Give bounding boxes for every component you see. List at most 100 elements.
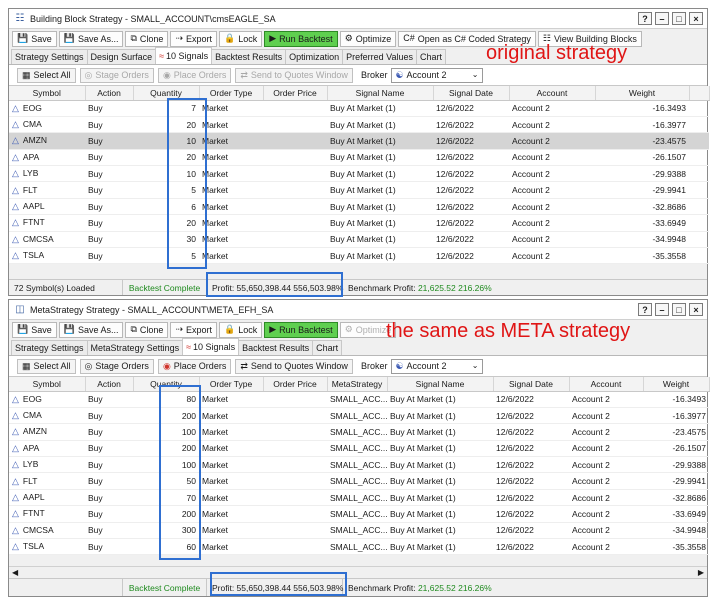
signal-name-cell: Buy At Market (1) bbox=[327, 100, 433, 117]
column-header[interactable]: Quantity bbox=[133, 377, 200, 392]
column-header[interactable]: Account bbox=[509, 86, 596, 101]
export-icon: ⇢ bbox=[175, 33, 183, 43]
account-cell: Account 2 bbox=[569, 423, 643, 441]
table-row[interactable]: △ EOG Buy 80 Market SMALL_ACC... Buy At Market… bbox=[9, 391, 709, 408]
table-row[interactable]: △ FLT Buy 5 Market Buy At Market (1) 12/6/2022… bbox=[9, 181, 709, 199]
tab-strategy-settings[interactable]: Strategy Settings bbox=[11, 49, 88, 64]
tab-chart[interactable]: Chart bbox=[312, 340, 343, 355]
column-header[interactable]: Order Price bbox=[263, 377, 328, 392]
column-header[interactable]: Action bbox=[85, 86, 134, 101]
minimize-button[interactable]: – bbox=[655, 303, 669, 316]
scroll-left-icon[interactable]: ◀ bbox=[12, 568, 18, 577]
table-row[interactable]: △ AAPL Buy 70 Market SMALL_ACC... Buy At Marke… bbox=[9, 489, 709, 507]
run-backtest-button[interactable]: ▶ Run Backtest bbox=[264, 321, 338, 338]
column-header[interactable]: Account bbox=[569, 377, 644, 392]
run-backtest-button[interactable]: ▶ Run Backtest bbox=[264, 30, 338, 47]
quotes-icon: ⇄ bbox=[240, 69, 248, 80]
table-row[interactable]: △ AAPL Buy 6 Market Buy At Market (1) 12/6/202… bbox=[9, 198, 709, 216]
column-header[interactable]: Quantity bbox=[133, 86, 200, 101]
save-button[interactable]: 💾 Save bbox=[12, 321, 57, 338]
table-row[interactable]: △ AMZN Buy 100 Market SMALL_ACC... Buy At Mark… bbox=[9, 423, 709, 441]
place-orders-button[interactable]: ◉ Place Orders bbox=[157, 67, 232, 83]
order-type-cell: Market bbox=[199, 165, 263, 183]
stage-orders-button[interactable]: ◎ Stage Orders bbox=[79, 358, 154, 374]
table-row[interactable]: △ CMA Buy 20 Market Buy At Market (1) 12/6/202… bbox=[9, 116, 709, 134]
signal-icon: ≈ bbox=[159, 51, 165, 61]
column-header[interactable]: MetaStrategy bbox=[327, 377, 388, 392]
help-button[interactable]: ? bbox=[638, 12, 652, 25]
tab-preferred-values[interactable]: Preferred Values bbox=[342, 49, 418, 64]
table-row[interactable]: △ TSLA Buy 5 Market Buy At Market (1) 12/6/202… bbox=[9, 247, 709, 265]
horizontal-scrollbar[interactable]: ◀ ▶ bbox=[9, 566, 707, 578]
table-row[interactable]: △ LYB Buy 100 Market SMALL_ACC... Buy At Marke… bbox=[9, 456, 709, 474]
maximize-button[interactable]: □ bbox=[672, 303, 686, 316]
signal-triangle-icon: △ bbox=[12, 168, 19, 179]
lock-button[interactable]: 🔒 Lock bbox=[219, 321, 263, 338]
save-button[interactable]: 💾 Save bbox=[12, 30, 57, 47]
column-header[interactable]: Order Price bbox=[263, 86, 328, 101]
tab-signals[interactable]: ≈10 Signals bbox=[155, 47, 213, 64]
minimize-button[interactable]: – bbox=[655, 12, 669, 25]
column-header[interactable]: Order Type bbox=[199, 377, 264, 392]
close-button[interactable]: × bbox=[689, 12, 703, 25]
account-cell: Account 2 bbox=[509, 165, 595, 183]
export-button[interactable]: ⇢ Export bbox=[170, 321, 217, 338]
table-row[interactable]: △ CMCSA Buy 30 Market Buy At Market (1) 12/6/2… bbox=[9, 231, 709, 249]
column-header[interactable]: Symbol bbox=[9, 377, 86, 392]
export-button[interactable]: ⇢ Export bbox=[170, 30, 217, 47]
symbol-cell: △ AAPL bbox=[9, 198, 85, 216]
clone-button[interactable]: ⧉ Clone bbox=[125, 30, 169, 47]
send-to-quotes-button[interactable]: ⇄ Send to Quotes Window bbox=[235, 67, 353, 83]
table-row[interactable]: △ FTNT Buy 20 Market Buy At Market (1) 12/6/20… bbox=[9, 214, 709, 232]
save-as-button[interactable]: 💾 Save As... bbox=[58, 321, 124, 338]
place-orders-button[interactable]: ◉ Place Orders bbox=[157, 358, 232, 374]
table-row[interactable]: △ EOG Buy 7 Market Buy At Market (1) 12/6/2022… bbox=[9, 100, 709, 117]
table-row-selected[interactable]: △ AMZN Buy 10 Market Buy At Market (1) 12/6/20… bbox=[9, 132, 709, 150]
tab-backtest-results[interactable]: Backtest Results bbox=[211, 49, 287, 64]
help-button[interactable]: ? bbox=[638, 303, 652, 316]
table-row[interactable]: △ LYB Buy 10 Market Buy At Market (1) 12/6/202… bbox=[9, 165, 709, 183]
broker-select[interactable]: ☯ Account 2 ⌄ bbox=[391, 67, 484, 83]
maximize-button[interactable]: □ bbox=[672, 12, 686, 25]
table-row[interactable]: △ CMCSA Buy 300 Market SMALL_ACC... Buy At Mar… bbox=[9, 522, 709, 540]
quantity-cell: 100 bbox=[133, 423, 199, 441]
column-header[interactable]: Weight bbox=[643, 377, 710, 392]
signal-triangle-icon: △ bbox=[12, 459, 19, 470]
select-all-button[interactable]: ▦ Select All bbox=[17, 67, 76, 83]
column-header[interactable]: Signal Date bbox=[493, 377, 570, 392]
tab-backtest-results[interactable]: Backtest Results bbox=[238, 340, 314, 355]
table-row[interactable]: △ FLT Buy 50 Market SMALL_ACC... Buy At Market… bbox=[9, 472, 709, 490]
broker-select[interactable]: ☯ Account 2 ⌄ bbox=[391, 358, 484, 374]
symbol-cell: △ AMZN bbox=[9, 423, 85, 441]
tab-chart[interactable]: Chart bbox=[416, 49, 447, 64]
column-header[interactable]: Action bbox=[85, 377, 134, 392]
column-header[interactable]: Symbol bbox=[9, 86, 86, 101]
optimize-button[interactable]: ⚙ Optimize bbox=[339, 30, 397, 47]
table-row[interactable]: △ APA Buy 200 Market SMALL_ACC... Buy At Marke… bbox=[9, 440, 709, 458]
lock-button[interactable]: 🔒 Lock bbox=[219, 30, 263, 47]
column-header[interactable]: Order Type bbox=[199, 86, 264, 101]
select-all-button[interactable]: ▦ Select All bbox=[17, 358, 76, 374]
scroll-right-icon[interactable]: ▶ bbox=[698, 568, 704, 577]
column-header[interactable]: Signal Name bbox=[387, 377, 494, 392]
clone-button[interactable]: ⧉ Clone bbox=[125, 321, 169, 338]
close-button[interactable]: × bbox=[689, 303, 703, 316]
send-to-quotes-button[interactable]: ⇄ Send to Quotes Window bbox=[235, 358, 353, 374]
tab-design-surface[interactable]: Design Surface bbox=[86, 49, 157, 64]
save-as-button[interactable]: 💾 Save As... bbox=[58, 30, 124, 47]
tab-optimization[interactable]: Optimization bbox=[285, 49, 344, 64]
column-header[interactable]: Signal Date bbox=[433, 86, 510, 101]
order-type-cell: Market bbox=[199, 440, 263, 458]
table-row[interactable]: △ APA Buy 20 Market Buy At Market (1) 12/6/202… bbox=[9, 149, 709, 167]
column-header[interactable]: Weight bbox=[595, 86, 690, 101]
table-row[interactable]: △ CMA Buy 200 Market SMALL_ACC... Buy At Marke… bbox=[9, 407, 709, 425]
column-header[interactable]: Signal Name bbox=[327, 86, 434, 101]
tab-signals[interactable]: ≈10 Signals bbox=[182, 338, 240, 355]
table-row[interactable]: △ TSLA Buy 60 Market SMALL_ACC... Buy At Marke… bbox=[9, 538, 709, 556]
signal-name-cell: Buy At Market (1) bbox=[387, 456, 493, 474]
table-row[interactable]: △ FTNT Buy 200 Market SMALL_ACC... Buy At Mark… bbox=[9, 505, 709, 523]
tab-strategy-settings[interactable]: Strategy Settings bbox=[11, 340, 88, 355]
status-bar: Backtest Complete Profit: 55,650,398.44 … bbox=[9, 578, 707, 596]
stage-orders-button[interactable]: ◎ Stage Orders bbox=[79, 67, 154, 83]
tab-metastrategy-settings[interactable]: MetaStrategy Settings bbox=[86, 340, 184, 355]
